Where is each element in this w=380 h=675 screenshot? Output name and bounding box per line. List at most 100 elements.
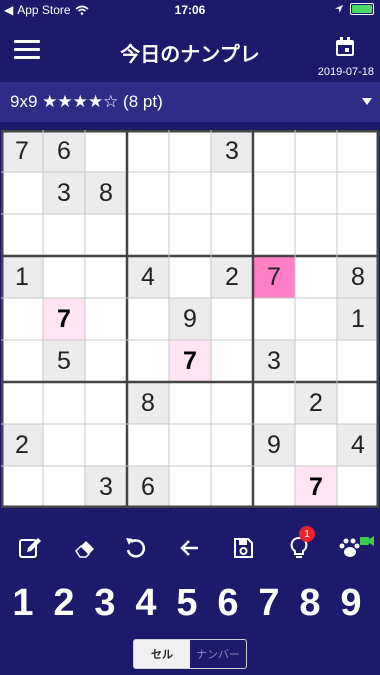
board-cell[interactable]: [85, 130, 127, 172]
board-cell[interactable]: [337, 130, 379, 172]
board-cell[interactable]: [43, 214, 85, 256]
board-cell[interactable]: [43, 424, 85, 466]
number-key[interactable]: 9: [332, 582, 370, 625]
board-cell[interactable]: 5: [43, 340, 85, 382]
board-cell[interactable]: 1: [1, 256, 43, 298]
board-cell[interactable]: 4: [337, 424, 379, 466]
board-cell[interactable]: [295, 214, 337, 256]
board-cell[interactable]: [169, 172, 211, 214]
board-cell[interactable]: 3: [253, 340, 295, 382]
board-cell[interactable]: 7: [295, 466, 337, 508]
board-cell[interactable]: [1, 466, 43, 508]
board-cell[interactable]: 2: [211, 256, 253, 298]
board-cell[interactable]: [253, 382, 295, 424]
back-arrow-icon[interactable]: [174, 532, 206, 564]
board-cell[interactable]: [253, 214, 295, 256]
board-cell[interactable]: 1: [337, 298, 379, 340]
board-cell[interactable]: 7: [1, 130, 43, 172]
board-cell[interactable]: [85, 256, 127, 298]
board-cell[interactable]: 7: [43, 298, 85, 340]
board-cell[interactable]: [211, 214, 253, 256]
board-cell[interactable]: [253, 172, 295, 214]
board-cell[interactable]: [211, 466, 253, 508]
board-cell[interactable]: [295, 298, 337, 340]
board-cell[interactable]: [1, 340, 43, 382]
save-icon[interactable]: [227, 532, 259, 564]
mode-cell-button[interactable]: セル: [134, 640, 190, 668]
board-cell[interactable]: [211, 340, 253, 382]
board-cell[interactable]: [43, 256, 85, 298]
board-cell[interactable]: [85, 298, 127, 340]
board-cell[interactable]: 3: [85, 466, 127, 508]
calendar-icon[interactable]: [334, 36, 356, 58]
board-cell[interactable]: [211, 424, 253, 466]
board-cell[interactable]: [211, 172, 253, 214]
board-cell[interactable]: [85, 340, 127, 382]
difficulty-selector[interactable]: 9x9 ★★★★☆ (8 pt): [0, 82, 380, 122]
board-cell[interactable]: [169, 256, 211, 298]
board-cell[interactable]: [295, 424, 337, 466]
board-cell[interactable]: [211, 382, 253, 424]
board-cell[interactable]: [295, 256, 337, 298]
board-cell[interactable]: 7: [169, 340, 211, 382]
board-cell[interactable]: [85, 382, 127, 424]
board-cell[interactable]: [127, 298, 169, 340]
number-key[interactable]: 3: [86, 582, 124, 625]
board-cell[interactable]: [337, 382, 379, 424]
number-key[interactable]: 7: [250, 582, 288, 625]
board-cell[interactable]: 6: [127, 466, 169, 508]
board-cell[interactable]: [1, 214, 43, 256]
edit-icon[interactable]: [14, 532, 46, 564]
board-cell[interactable]: [127, 214, 169, 256]
number-key[interactable]: 4: [127, 582, 165, 625]
board-cell[interactable]: [43, 466, 85, 508]
mode-number-button[interactable]: ナンバー: [190, 640, 246, 668]
board-cell[interactable]: [337, 340, 379, 382]
board-cell[interactable]: [295, 130, 337, 172]
board-cell[interactable]: [337, 214, 379, 256]
number-key[interactable]: 1: [4, 582, 42, 625]
number-key[interactable]: 5: [168, 582, 206, 625]
board-cell[interactable]: [127, 130, 169, 172]
board-cell[interactable]: 8: [85, 172, 127, 214]
undo-icon[interactable]: [120, 532, 152, 564]
hint-lightbulb-icon[interactable]: 1: [283, 526, 315, 564]
board-cell[interactable]: 9: [169, 298, 211, 340]
board-cell[interactable]: 8: [337, 256, 379, 298]
board-cell[interactable]: [127, 172, 169, 214]
board-cell[interactable]: [169, 214, 211, 256]
board-cell[interactable]: [169, 424, 211, 466]
board-cell[interactable]: [85, 424, 127, 466]
board-cell[interactable]: [211, 298, 253, 340]
board-cell[interactable]: 9: [253, 424, 295, 466]
board-cell[interactable]: 3: [211, 130, 253, 172]
paw-video-icon[interactable]: [336, 532, 376, 564]
board-cell[interactable]: [1, 382, 43, 424]
board-cell[interactable]: 6: [43, 130, 85, 172]
number-key[interactable]: 6: [209, 582, 247, 625]
board-cell[interactable]: [337, 466, 379, 508]
board-cell[interactable]: 4: [127, 256, 169, 298]
board-cell[interactable]: 2: [1, 424, 43, 466]
board-cell[interactable]: 7: [253, 256, 295, 298]
eraser-icon[interactable]: [69, 532, 101, 564]
number-key[interactable]: 2: [45, 582, 83, 625]
board-cell[interactable]: [1, 298, 43, 340]
number-key[interactable]: 8: [291, 582, 329, 625]
board-cell[interactable]: 8: [127, 382, 169, 424]
board-cell[interactable]: [1, 172, 43, 214]
board-cell[interactable]: 2: [295, 382, 337, 424]
board-cell[interactable]: [169, 466, 211, 508]
board-cell[interactable]: [85, 214, 127, 256]
board-cell[interactable]: [337, 172, 379, 214]
board-cell[interactable]: [127, 424, 169, 466]
board-cell[interactable]: [253, 298, 295, 340]
board-cell[interactable]: [127, 340, 169, 382]
board-cell[interactable]: [253, 466, 295, 508]
board-cell[interactable]: [169, 130, 211, 172]
board-cell[interactable]: [295, 172, 337, 214]
board-cell[interactable]: [169, 382, 211, 424]
board-cell[interactable]: 3: [43, 172, 85, 214]
board-cell[interactable]: [295, 340, 337, 382]
board-cell[interactable]: [43, 382, 85, 424]
